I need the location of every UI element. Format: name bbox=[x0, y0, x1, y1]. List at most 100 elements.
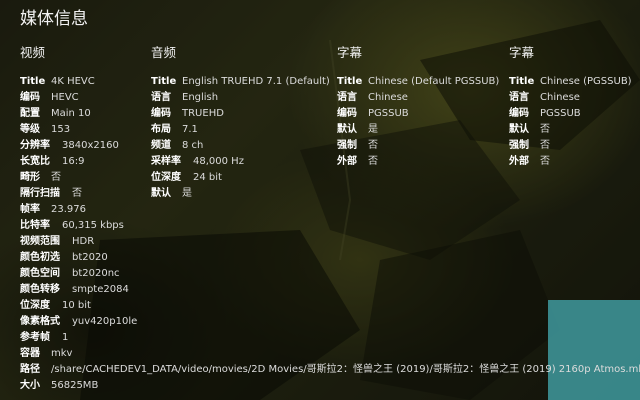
video-field-label: 帧率 bbox=[20, 204, 40, 215]
video-field-value: bt2020nc bbox=[72, 268, 120, 279]
video-field-label: 容器 bbox=[20, 348, 40, 359]
subtitle1-field-value: 否 bbox=[368, 140, 378, 151]
audio-field-label: 语言 bbox=[151, 92, 171, 103]
video-field-value: yuv420p10le bbox=[72, 316, 138, 327]
video-field-label: 大小 bbox=[20, 380, 40, 391]
subtitle1-field-value: PGSSUB bbox=[368, 108, 409, 119]
video-row: 颜色初选 bt2020 bbox=[20, 250, 640, 266]
video-row: 隔行扫描 否 bbox=[20, 186, 640, 202]
video-field-label: 等级 bbox=[20, 124, 40, 135]
subtitle1-field-label: 外部 bbox=[337, 156, 357, 167]
video-field-label: 参考帧 bbox=[20, 332, 50, 343]
audio-field-value: 是 bbox=[182, 188, 192, 199]
subtitle1-field-value: Chinese (Default PGSSUB) bbox=[368, 76, 500, 87]
subtitle2-field-value: Chinese (PGSSUB) bbox=[540, 76, 632, 87]
video-row: 颜色转移 smpte2084 bbox=[20, 282, 640, 298]
video-row: 像素格式 yuv420p10le bbox=[20, 314, 640, 330]
subtitle1-row: 强制否 bbox=[337, 138, 499, 154]
video-row: 位深度 10 bit bbox=[20, 298, 640, 314]
video-field-value: smpte2084 bbox=[72, 284, 129, 295]
subtitle1-row: Title Chinese (Default PGSSUB) bbox=[337, 74, 499, 90]
audio-row: Title English TRUEHD 7.1 (Default) bbox=[151, 74, 330, 90]
video-field-value: 60,315 kbps bbox=[62, 220, 124, 231]
subtitle2-row: 编码 PGSSUB bbox=[509, 106, 632, 122]
subtitle2-field-value: PGSSUB bbox=[540, 108, 581, 119]
audio-field-value: 8 ch bbox=[182, 140, 204, 151]
subtitle1-field-label: 默认 bbox=[337, 124, 357, 135]
video-field-value: 10 bit bbox=[62, 300, 91, 311]
audio-field-value: English TRUEHD 7.1 (Default) bbox=[182, 76, 330, 87]
audio-row: 布局 7.1 bbox=[151, 122, 330, 138]
video-field-value: 23.976 bbox=[51, 204, 86, 215]
video-row: 路径/share/CACHEDEV1_DATA/video/movies/2D … bbox=[20, 362, 640, 378]
video-field-label: 视频范围 bbox=[20, 236, 60, 247]
video-field-value: 4K HEVC bbox=[51, 76, 95, 87]
subtitle1-row: 语言 Chinese bbox=[337, 90, 499, 106]
subtitle1-field-label: 编码 bbox=[337, 108, 357, 119]
audio-row: 编码 TRUEHD bbox=[151, 106, 330, 122]
subtitle1-field-label: Title bbox=[337, 76, 363, 87]
video-field-value: 153 bbox=[51, 124, 71, 135]
video-field-value: bt2020 bbox=[72, 252, 108, 263]
subtitle1-field-label: 语言 bbox=[337, 92, 357, 103]
video-field-value: mkv bbox=[51, 348, 73, 359]
subtitle2-row: Title Chinese (PGSSUB) bbox=[509, 74, 632, 90]
video-field-label: 畸形 bbox=[20, 172, 40, 183]
subtitle2-field-label: 默认 bbox=[509, 124, 529, 135]
subtitle1-row: 外部否 bbox=[337, 154, 499, 170]
subtitle2-row: 语言 Chinese bbox=[509, 90, 632, 106]
video-field-label: 长宽比 bbox=[20, 156, 50, 167]
video-field-label: 编码 bbox=[20, 92, 40, 103]
subtitle1-field-value: 否 bbox=[368, 156, 378, 167]
subtitle2-field-value: 否 bbox=[540, 124, 550, 135]
video-field-value: 1 bbox=[62, 332, 69, 343]
video-field-label: 配置 bbox=[20, 108, 40, 119]
video-field-value: 否 bbox=[72, 188, 82, 199]
video-field-label: 颜色空间 bbox=[20, 268, 60, 279]
subtitle2-field-value: Chinese bbox=[540, 92, 580, 103]
subtitle2-row: 外部否 bbox=[509, 154, 632, 170]
audio-row: 频道 8 ch bbox=[151, 138, 330, 154]
video-row: 帧率 23.976 bbox=[20, 202, 640, 218]
subtitle2-field-value: 否 bbox=[540, 140, 550, 151]
audio-field-label: Title bbox=[151, 76, 177, 87]
video-row: 颜色空间 bt2020nc bbox=[20, 266, 640, 282]
video-field-label: 颜色初选 bbox=[20, 252, 60, 263]
video-row: 参考帧 1 bbox=[20, 330, 640, 346]
audio-section: 音频 Title English TRUEHD 7.1 (Default) 语言 En… bbox=[151, 42, 330, 202]
audio-row: 默认是 bbox=[151, 186, 330, 202]
video-field-value: Main 10 bbox=[51, 108, 91, 119]
subtitle-heading-2: 字幕 bbox=[509, 45, 535, 60]
video-field-value: HEVC bbox=[51, 92, 79, 103]
audio-field-value: English bbox=[182, 92, 219, 103]
subtitle-section-1: 字幕 Title Chinese (Default PGSSUB) 语言 Chines… bbox=[337, 42, 499, 170]
video-row: 比特率 60,315 kbps bbox=[20, 218, 640, 234]
video-row: 畸形否 bbox=[20, 170, 640, 186]
audio-row: 语言 English bbox=[151, 90, 330, 106]
subtitle-heading-1: 字幕 bbox=[337, 45, 363, 60]
video-field-label: 分辨率 bbox=[20, 140, 50, 151]
video-field-value: 16:9 bbox=[62, 156, 85, 167]
subtitle2-field-label: 强制 bbox=[509, 140, 529, 151]
audio-heading: 音频 bbox=[151, 45, 177, 60]
audio-field-label: 布局 bbox=[151, 124, 171, 135]
subtitle1-row: 编码 PGSSUB bbox=[337, 106, 499, 122]
video-field-value: 56825MB bbox=[51, 380, 99, 391]
video-row: 大小 56825MB bbox=[20, 378, 640, 394]
video-field-value: HDR bbox=[72, 236, 95, 247]
subtitle2-row: 默认否 bbox=[509, 122, 632, 138]
video-field-label: 位深度 bbox=[20, 300, 50, 311]
subtitle1-field-value: Chinese bbox=[368, 92, 408, 103]
audio-field-label: 编码 bbox=[151, 108, 171, 119]
audio-row: 位深度 24 bit bbox=[151, 170, 330, 186]
video-field-value: 3840x2160 bbox=[62, 140, 119, 151]
audio-field-value: 48,000 Hz bbox=[193, 156, 244, 167]
subtitle1-field-label: 强制 bbox=[337, 140, 357, 151]
video-field-label: Title bbox=[20, 76, 46, 87]
video-field-value: /share/CACHEDEV1_DATA/video/movies/2D Mo… bbox=[51, 364, 640, 375]
subtitle1-field-value: 是 bbox=[368, 124, 378, 135]
subtitle2-field-value: 否 bbox=[540, 156, 550, 167]
video-field-value: 否 bbox=[51, 172, 61, 183]
subtitle2-field-label: Title bbox=[509, 76, 535, 87]
audio-field-value: TRUEHD bbox=[182, 108, 224, 119]
